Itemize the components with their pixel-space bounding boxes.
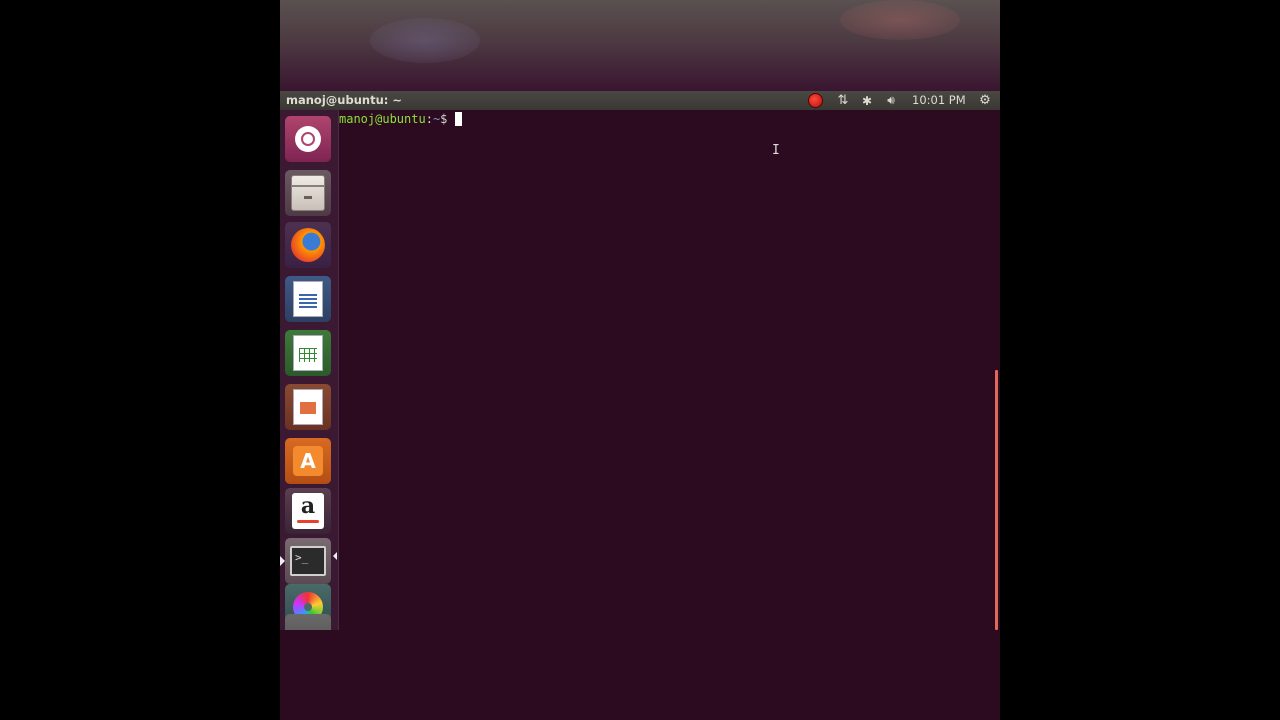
top-panel: manoj@ubuntu: ~ ⇅ ✱ 🔊︎ 10:01 PM ⚙ xyxy=(280,91,1000,110)
launcher-dvd[interactable]: DVD xyxy=(285,614,331,630)
launcher-amazon[interactable]: a xyxy=(285,488,331,534)
prompt-user: manoj@ubuntu xyxy=(339,112,426,126)
window-title: manoj@ubuntu: ~ xyxy=(286,93,402,107)
wallpaper xyxy=(280,0,1000,91)
text-cursor xyxy=(455,112,463,126)
launcher-dash-home[interactable] xyxy=(285,116,331,162)
ibeam-cursor-icon: I xyxy=(772,143,780,158)
gear-icon[interactable]: ⚙ xyxy=(977,92,993,109)
terminal-window[interactable]: manoj@ubuntu:~$ I xyxy=(339,110,1000,630)
desktop-bottom xyxy=(280,630,1000,720)
wallpaper-glow-right xyxy=(840,0,960,40)
prompt-separator: : xyxy=(425,112,433,126)
prompt-line: manoj@ubuntu:~$ xyxy=(339,112,463,126)
calc-icon xyxy=(293,335,323,371)
prompt-dollar: $ xyxy=(440,112,448,126)
launcher-ubuntu-software[interactable]: A xyxy=(285,438,331,484)
terminal-scrollbar[interactable] xyxy=(995,370,998,630)
record-indicator-icon[interactable] xyxy=(806,92,824,109)
ubuntu-logo-icon xyxy=(295,126,321,152)
amazon-icon: a xyxy=(292,493,324,529)
desktop-screen: manoj@ubuntu: ~ ⇅ ✱ 🔊︎ 10:01 PM ⚙ A a >_… xyxy=(280,0,1000,720)
writer-icon xyxy=(293,281,323,317)
running-app-arrow-icon xyxy=(333,552,337,560)
wallpaper-glow-left xyxy=(370,18,480,63)
terminal-icon: >_ xyxy=(290,546,326,576)
launcher-firefox[interactable] xyxy=(285,222,331,268)
bluetooth-icon[interactable]: ✱ xyxy=(860,92,874,109)
launcher-libreoffice-calc[interactable] xyxy=(285,330,331,376)
software-center-icon: A xyxy=(293,446,323,476)
impress-icon xyxy=(293,389,323,425)
launcher-files[interactable] xyxy=(285,170,331,216)
launcher-libreoffice-impress[interactable] xyxy=(285,384,331,430)
volume-icon[interactable]: 🔊︎ xyxy=(880,92,902,109)
launcher-libreoffice-writer[interactable] xyxy=(285,276,331,322)
firefox-icon xyxy=(291,228,325,262)
launcher: A a >_ DVD xyxy=(280,110,339,630)
clock[interactable]: 10:01 PM xyxy=(912,93,966,107)
network-icon[interactable]: ⇅ xyxy=(834,92,852,109)
active-app-arrow-icon xyxy=(280,556,285,566)
file-cabinet-icon xyxy=(291,175,325,211)
launcher-terminal[interactable]: >_ xyxy=(285,538,331,584)
